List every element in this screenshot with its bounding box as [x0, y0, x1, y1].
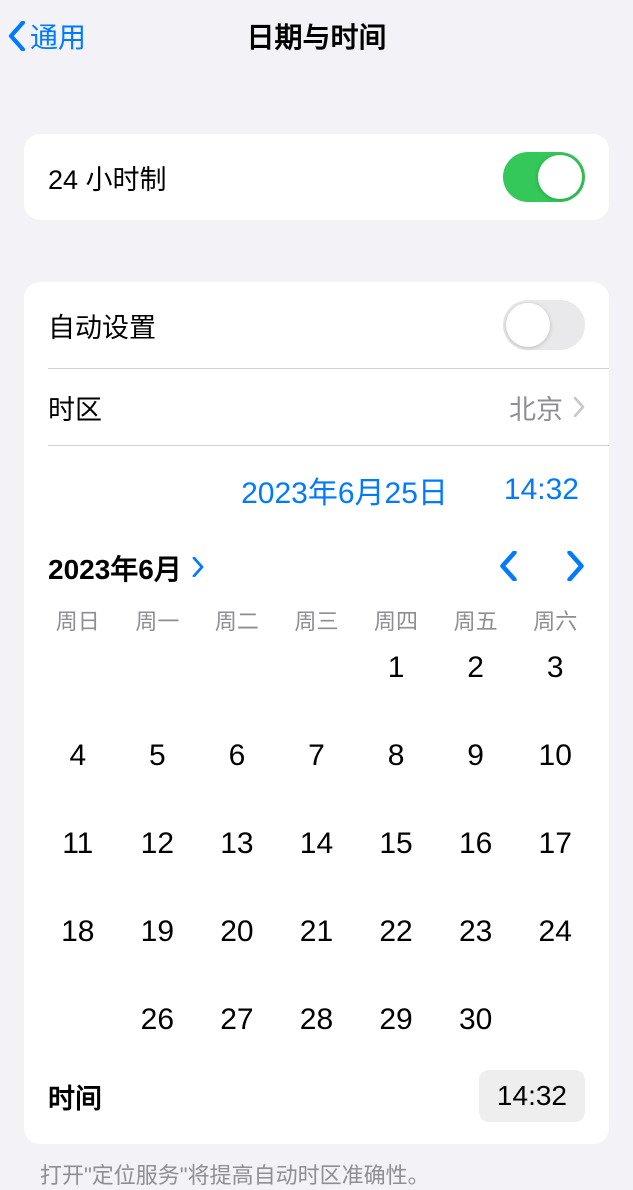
- calendar-day[interactable]: 18: [38, 908, 118, 956]
- back-button[interactable]: 通用: [8, 16, 86, 56]
- chevron-left-icon: [499, 551, 518, 581]
- time-picker-button[interactable]: 14:32: [479, 1070, 585, 1122]
- calendar-day[interactable]: 8: [356, 732, 436, 780]
- calendar-day[interactable]: 5: [118, 732, 198, 780]
- selected-date[interactable]: 2023年6月25日: [241, 468, 448, 512]
- calendar-day[interactable]: 2: [436, 644, 516, 692]
- weekday-label: 周一: [118, 604, 198, 636]
- back-label: 通用: [30, 16, 86, 56]
- calendar-day[interactable]: 26: [118, 996, 198, 1044]
- auto-set-label: 自动设置: [48, 306, 156, 345]
- calendar-day[interactable]: 3: [515, 644, 595, 692]
- time-label: 时间: [48, 1077, 102, 1116]
- calendar-day[interactable]: 23: [436, 908, 516, 956]
- selected-time[interactable]: 14:32: [504, 473, 585, 507]
- calendar-day[interactable]: 10: [515, 732, 595, 780]
- calendar-day[interactable]: 24: [515, 908, 595, 956]
- chevron-right-icon: [566, 551, 585, 581]
- calendar-day[interactable]: 29: [356, 996, 436, 1044]
- footnote-text: 打开"定位服务"将提高自动时区准确性。: [0, 1144, 633, 1190]
- timezone-label: 时区: [48, 388, 102, 427]
- calendar-day[interactable]: 30: [436, 996, 516, 1044]
- auto-set-row: 自动设置: [24, 282, 609, 368]
- calendar-day[interactable]: 20: [197, 908, 277, 956]
- prev-month-button[interactable]: [499, 551, 518, 586]
- weekday-label: 周六: [515, 604, 595, 636]
- month-picker-button[interactable]: 2023年6月: [48, 548, 204, 588]
- calendar-day[interactable]: 13: [197, 820, 277, 868]
- chevron-right-icon: [192, 552, 204, 584]
- calendar-day[interactable]: 22: [356, 908, 436, 956]
- weekday-label: 周二: [197, 604, 277, 636]
- calendar-day[interactable]: 27: [197, 996, 277, 1044]
- calendar-day[interactable]: 19: [118, 908, 198, 956]
- twenty-four-hour-row: 24 小时制: [24, 134, 609, 220]
- weekday-label: 周五: [436, 604, 516, 636]
- calendar-day[interactable]: 9: [436, 732, 516, 780]
- calendar-day[interactable]: 1: [356, 644, 436, 692]
- month-label: 2023年6月: [48, 548, 182, 588]
- chevron-right-icon: [573, 397, 585, 417]
- twenty-four-hour-toggle[interactable]: [503, 152, 585, 202]
- twenty-four-hour-label: 24 小时制: [48, 158, 167, 197]
- time-row: 时间 14:32: [24, 1058, 609, 1144]
- calendar-day[interactable]: 12: [118, 820, 198, 868]
- auto-set-toggle[interactable]: [503, 300, 585, 350]
- weekday-label: 周四: [356, 604, 436, 636]
- selected-date-time-row: 2023年6月25日 14:32: [24, 446, 609, 534]
- weekday-label: 周日: [38, 604, 118, 636]
- timezone-row[interactable]: 时区 北京: [24, 369, 609, 445]
- calendar-day[interactable]: 7: [277, 732, 357, 780]
- calendar-day[interactable]: 16: [436, 820, 516, 868]
- page-title: 日期与时间: [0, 16, 633, 56]
- calendar-day[interactable]: 11: [38, 820, 118, 868]
- calendar-day[interactable]: 28: [277, 996, 357, 1044]
- calendar-day[interactable]: 17: [515, 820, 595, 868]
- calendar-day[interactable]: 4: [38, 732, 118, 780]
- calendar-grid: 1234567891011121314151617181920212223242…: [24, 640, 609, 1058]
- next-month-button[interactable]: [566, 551, 585, 586]
- chevron-left-icon: [8, 21, 26, 51]
- calendar-day[interactable]: 15: [356, 820, 436, 868]
- calendar-day[interactable]: 14: [277, 820, 357, 868]
- calendar-day[interactable]: 21: [277, 908, 357, 956]
- calendar-day[interactable]: 6: [197, 732, 277, 780]
- weekday-label: 周三: [277, 604, 357, 636]
- timezone-value: 北京: [509, 388, 563, 427]
- calendar-day[interactable]: 25: [38, 996, 118, 1044]
- weekday-header-row: 周日周一周二周三周四周五周六: [24, 598, 609, 640]
